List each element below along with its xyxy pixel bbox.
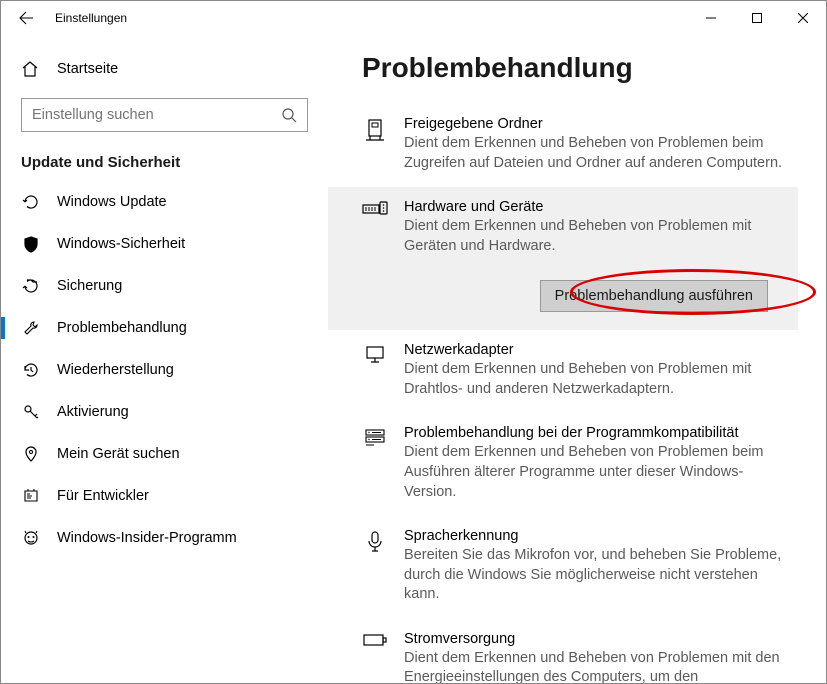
shield-icon — [21, 235, 41, 253]
microphone-icon — [362, 528, 388, 605]
sidebar-item-activation[interactable]: Aktivierung — [1, 391, 328, 433]
home-icon — [21, 60, 41, 78]
shared-folders-icon — [362, 116, 388, 173]
sidebar-item-label: Für Entwickler — [57, 488, 149, 504]
troubleshoot-item-title: Stromversorgung — [404, 631, 786, 647]
search-icon — [281, 107, 297, 123]
backup-icon — [21, 277, 41, 295]
insider-icon — [21, 529, 41, 547]
sidebar-item-label: Aktivierung — [57, 404, 129, 420]
window-title: Einstellungen — [55, 11, 127, 25]
key-icon — [21, 403, 41, 421]
sidebar-item-recovery[interactable]: Wiederherstellung — [1, 349, 328, 391]
troubleshoot-list: Freigegebene Ordner Dient dem Erkennen u… — [328, 104, 798, 683]
search-input[interactable] — [21, 98, 308, 132]
troubleshoot-item-desc: Dient dem Erkennen und Beheben von Probl… — [404, 217, 786, 256]
troubleshoot-item-power[interactable]: Stromversorgung Dient dem Erkennen und B… — [328, 619, 798, 683]
network-adapter-icon — [362, 342, 388, 399]
troubleshoot-item-title: Freigegebene Ordner — [404, 116, 786, 132]
troubleshoot-item-desc: Dient dem Erkennen und Beheben von Probl… — [404, 134, 786, 173]
sidebar-item-backup[interactable]: Sicherung — [1, 265, 328, 307]
troubleshoot-item-desc: Bereiten Sie das Mikrofon vor, und beheb… — [404, 546, 786, 605]
close-button[interactable] — [780, 1, 826, 34]
hardware-icon — [362, 199, 388, 312]
battery-icon — [362, 631, 388, 683]
section-title: Update und Sicherheit — [1, 148, 328, 181]
home-button[interactable]: Startseite — [1, 48, 328, 90]
sidebar-item-windows-update[interactable]: Windows Update — [1, 181, 328, 223]
troubleshoot-item-title: Spracherkennung — [404, 528, 786, 544]
arrow-left-icon — [18, 10, 34, 26]
minimize-icon — [706, 13, 716, 23]
sidebar-item-label: Windows Update — [57, 194, 167, 210]
sidebar-item-label: Wiederherstellung — [57, 362, 174, 378]
troubleshoot-item-program-compat[interactable]: Problembehandlung bei der Programmkompat… — [328, 413, 798, 516]
update-icon — [21, 193, 41, 211]
sidebar-item-label: Mein Gerät suchen — [57, 446, 180, 462]
developer-icon — [21, 487, 41, 505]
back-button[interactable] — [5, 1, 47, 34]
troubleshoot-item-network-adapter[interactable]: Netzwerkadapter Dient dem Erkennen und B… — [328, 330, 798, 413]
sidebar-item-label: Sicherung — [57, 278, 122, 294]
home-label: Startseite — [57, 61, 118, 77]
minimize-button[interactable] — [688, 1, 734, 34]
main-content: Problembehandlung Freigegebene Ordner Di… — [328, 34, 826, 683]
troubleshoot-item-hardware[interactable]: Hardware und Geräte Dient dem Erkennen u… — [328, 187, 798, 330]
sidebar-item-label: Problembehandlung — [57, 320, 187, 336]
sidebar-item-windows-security[interactable]: Windows-Sicherheit — [1, 223, 328, 265]
troubleshoot-item-desc: Dient dem Erkennen und Beheben von Probl… — [404, 649, 786, 683]
run-troubleshooter-button[interactable]: Problembehandlung ausführen — [540, 280, 768, 312]
sidebar-item-developer[interactable]: Für Entwickler — [1, 475, 328, 517]
sidebar-item-insider[interactable]: Windows-Insider-Programm — [1, 517, 328, 559]
sidebar: Startseite Update und Sicherheit Windows… — [1, 34, 328, 683]
troubleshoot-item-title: Problembehandlung bei der Programmkompat… — [404, 425, 786, 441]
sidebar-item-label: Windows-Sicherheit — [57, 236, 185, 252]
troubleshoot-item-shared-folders[interactable]: Freigegebene Ordner Dient dem Erkennen u… — [328, 104, 798, 187]
sidebar-item-troubleshoot[interactable]: Problembehandlung — [1, 307, 328, 349]
troubleshoot-item-speech[interactable]: Spracherkennung Bereiten Sie das Mikrofo… — [328, 516, 798, 619]
troubleshoot-item-title: Hardware und Geräte — [404, 199, 786, 215]
page-title: Problembehandlung — [362, 52, 798, 84]
sidebar-item-find-my-device[interactable]: Mein Gerät suchen — [1, 433, 328, 475]
close-icon — [798, 13, 808, 23]
maximize-button[interactable] — [734, 1, 780, 34]
settings-window: Einstellungen Startseite — [0, 0, 827, 684]
titlebar: Einstellungen — [1, 1, 826, 34]
program-compat-icon — [362, 425, 388, 502]
sidebar-item-label: Windows-Insider-Programm — [57, 530, 237, 546]
history-icon — [21, 361, 41, 379]
troubleshoot-item-desc: Dient dem Erkennen und Beheben von Probl… — [404, 443, 786, 502]
maximize-icon — [752, 13, 762, 23]
troubleshoot-item-title: Netzwerkadapter — [404, 342, 786, 358]
search-field[interactable] — [32, 107, 281, 123]
location-icon — [21, 445, 41, 463]
wrench-icon — [21, 319, 41, 337]
troubleshoot-item-desc: Dient dem Erkennen und Beheben von Probl… — [404, 360, 786, 399]
